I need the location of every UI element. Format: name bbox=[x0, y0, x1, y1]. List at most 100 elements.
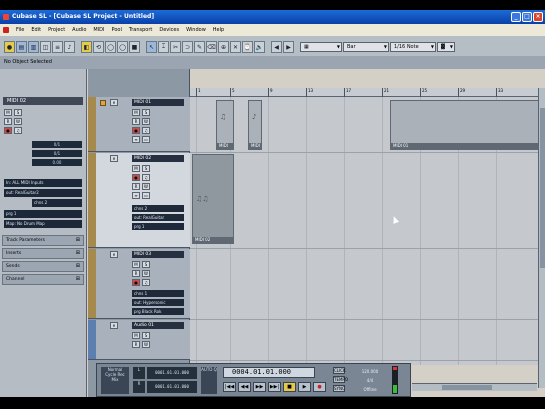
track-read-button[interactable]: R bbox=[132, 183, 140, 190]
track-channel-field[interactable]: chns 1 bbox=[132, 290, 184, 297]
track-mute-button[interactable]: M bbox=[132, 109, 140, 116]
inspector-program[interactable]: prg 1 bbox=[4, 210, 82, 218]
inspector-pan[interactable]: 0/1 bbox=[32, 150, 82, 157]
inspector-output-routing[interactable]: out: RealGuitar2 bbox=[4, 189, 82, 197]
cycle-button[interactable]: ⟲ bbox=[93, 41, 104, 53]
menu-pool[interactable]: Pool bbox=[112, 27, 122, 33]
play-tool-icon[interactable]: 🔈 bbox=[254, 41, 265, 53]
midi-part[interactable]: ♫ MIDI 01 bbox=[216, 100, 234, 150]
menu-file[interactable]: File bbox=[16, 27, 24, 33]
track-solo-button[interactable]: S bbox=[142, 332, 150, 339]
track-record-button[interactable]: ● bbox=[132, 279, 140, 286]
nudge-right-icon[interactable]: ▶ bbox=[283, 41, 294, 53]
track-lock-icon[interactable] bbox=[100, 100, 106, 106]
play-button[interactable]: ▶ bbox=[298, 382, 311, 392]
inspector-input-routing[interactable]: In: ALL MIDI Inputs bbox=[4, 179, 82, 187]
track-midi-01[interactable]: e MIDI 01 M S R W ● ♫ ≡ ▭ bbox=[88, 97, 190, 152]
track-lanes-button[interactable]: ≡ bbox=[132, 192, 140, 199]
track-read-button[interactable]: R bbox=[132, 118, 140, 125]
section-sends[interactable]: Sends ⊞ bbox=[2, 261, 84, 272]
inspector-track-name[interactable]: MIDI 02 bbox=[3, 97, 83, 105]
snap-dropdown[interactable]: Bar ▼ bbox=[343, 42, 389, 52]
menu-devices[interactable]: Devices bbox=[159, 27, 179, 33]
draw-tool-icon[interactable]: ✎ bbox=[194, 41, 205, 53]
inspector-drum-map[interactable]: Map: No Drum Map bbox=[4, 220, 82, 228]
autoscroll-button[interactable]: ◧ bbox=[81, 41, 92, 53]
vertical-scrollbar[interactable] bbox=[538, 88, 545, 388]
left-locator-display[interactable]: 0001.01.01.000 bbox=[147, 367, 197, 379]
editor-icon[interactable]: ♪ bbox=[64, 41, 75, 53]
track-lanes-button[interactable]: ≡ bbox=[132, 136, 140, 143]
section-channel[interactable]: Channel ⊞ bbox=[2, 274, 84, 285]
track-write-button[interactable]: W bbox=[142, 118, 150, 125]
track-channel-field[interactable]: chns 2 bbox=[132, 205, 184, 212]
record-mode-box[interactable]: Normal Cycle Rec Mix bbox=[101, 367, 129, 394]
pool-icon[interactable]: ◫ bbox=[40, 41, 51, 53]
minimize-button[interactable]: _ bbox=[511, 12, 521, 22]
track-name[interactable]: MIDI 02 bbox=[132, 155, 184, 162]
inspector-delay[interactable]: 0.00 bbox=[32, 159, 82, 166]
track-program-field[interactable]: prg Black Rok bbox=[132, 308, 184, 315]
menu-edit[interactable]: Edit bbox=[31, 27, 41, 33]
position-display[interactable]: 0004.01.01.000 bbox=[223, 367, 315, 378]
close-button[interactable]: × bbox=[533, 12, 543, 22]
maximize-button[interactable]: □ bbox=[522, 12, 532, 22]
punch-in-button[interactable]: ◯ bbox=[105, 41, 116, 53]
scrollbar-thumb[interactable] bbox=[442, 385, 492, 390]
sync-button[interactable]: SYNC bbox=[333, 385, 345, 392]
section-inserts[interactable]: Inserts ⊞ bbox=[2, 248, 84, 259]
cubase-logo-icon[interactable] bbox=[3, 27, 9, 33]
track-mute-button[interactable]: M bbox=[132, 261, 140, 268]
track-name[interactable]: MIDI 01 bbox=[132, 99, 184, 106]
mute-tool-icon[interactable]: ✕ bbox=[230, 41, 241, 53]
activate-project-button[interactable]: ● bbox=[4, 41, 15, 53]
menu-help[interactable]: Help bbox=[213, 27, 224, 33]
track-folder-button[interactable]: ▭ bbox=[142, 192, 150, 199]
zoom-tool-icon[interactable]: ⊕ bbox=[218, 41, 229, 53]
track-edit-button[interactable]: e bbox=[110, 99, 118, 106]
track-output-field[interactable]: out: Hypersonic bbox=[132, 299, 184, 306]
time-warp-tool-icon[interactable]: ⌚ bbox=[242, 41, 253, 53]
track-edit-button[interactable]: e bbox=[110, 251, 118, 258]
scrollbar-thumb[interactable] bbox=[540, 108, 545, 268]
inspector-read-button[interactable]: R bbox=[4, 118, 12, 125]
track-write-button[interactable]: W bbox=[142, 341, 150, 348]
track-edit-button[interactable]: e bbox=[110, 155, 118, 162]
menu-transport[interactable]: Transport bbox=[129, 27, 152, 33]
event-display[interactable]: ♫ MIDI 01 ♪ MIDI 01 MIDI 01 ♫♫ MIDI 02 bbox=[190, 97, 545, 365]
menu-midi[interactable]: MIDI bbox=[93, 27, 104, 33]
left-locator-button[interactable]: L bbox=[133, 367, 145, 379]
menu-project[interactable]: Project bbox=[48, 27, 65, 33]
midi-part[interactable]: ♪ MIDI 01 bbox=[248, 100, 262, 150]
track-monitor-button[interactable]: ♫ bbox=[142, 279, 150, 286]
color-dropdown[interactable]: ▓ ▼ bbox=[437, 42, 455, 52]
glue-tool-icon[interactable]: ⊃ bbox=[182, 41, 193, 53]
track-audio-01[interactable]: e Audio 01 M S R W bbox=[88, 320, 190, 360]
rewind-button[interactable]: ◀◀ bbox=[238, 382, 251, 392]
inspector-monitor-button[interactable]: ♫ bbox=[14, 127, 22, 134]
midi-part-selected[interactable]: ♫♫ MIDI 02 bbox=[192, 154, 234, 244]
track-solo-button[interactable]: S bbox=[142, 261, 150, 268]
right-locator-button[interactable]: R bbox=[133, 381, 145, 393]
go-to-end-button[interactable]: ▶▶| bbox=[268, 382, 281, 392]
overview-toggle-icon[interactable]: ▥ bbox=[28, 41, 39, 53]
stop-button[interactable]: ■ bbox=[283, 382, 296, 392]
inspector-mute-button[interactable]: M bbox=[4, 109, 12, 116]
horizontal-scrollbar[interactable] bbox=[412, 383, 537, 391]
track-folder-button[interactable]: ▭ bbox=[142, 136, 150, 143]
right-locator-display[interactable]: 0001.01.01.000 bbox=[147, 381, 197, 393]
tempo-track-button[interactable]: TEMPO bbox=[333, 376, 348, 383]
track-write-button[interactable]: W bbox=[142, 270, 150, 277]
inspector-toggle-icon[interactable]: ▤ bbox=[16, 41, 27, 53]
track-midi-02[interactable]: e MIDI 02 M S ● ♫ R W ≡ ▭ chns 2 out: Re… bbox=[88, 153, 190, 248]
track-read-button[interactable]: R bbox=[132, 270, 140, 277]
track-write-button[interactable]: W bbox=[142, 183, 150, 190]
timeline-ruler[interactable]: 1 5 9 13 17 21 25 29 33 bbox=[190, 88, 545, 97]
erase-tool-icon[interactable]: ⌫ bbox=[206, 41, 217, 53]
track-solo-button[interactable]: S bbox=[142, 165, 150, 172]
menu-window[interactable]: Window bbox=[186, 27, 206, 33]
inspector-write-button[interactable]: W bbox=[14, 118, 22, 125]
menu-audio[interactable]: Audio bbox=[72, 27, 86, 33]
stop-button-icon[interactable]: ■ bbox=[129, 41, 140, 53]
track-monitor-button[interactable]: ♫ bbox=[142, 127, 150, 134]
